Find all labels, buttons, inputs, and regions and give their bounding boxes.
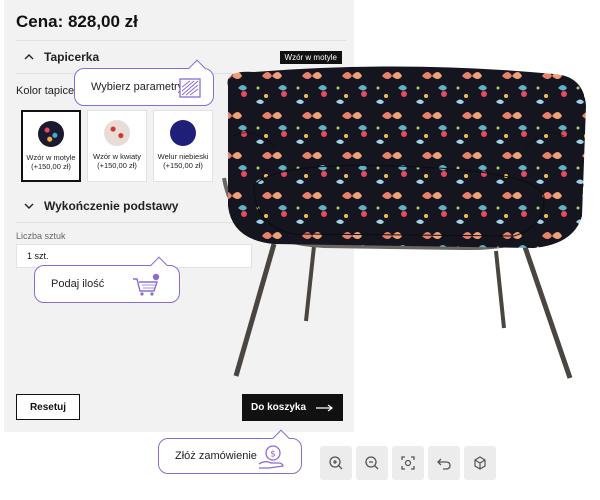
swatch-flowers-dot — [104, 120, 130, 146]
section-base-finish-title: Wykończenie podstawy — [44, 198, 179, 213]
undo-icon — [437, 458, 451, 470]
swatch-butterfly-dot — [38, 121, 64, 147]
money-hand-icon: $ — [258, 445, 284, 469]
fit-view-button[interactable] — [392, 446, 424, 480]
add-to-cart-label: Do koszyka — [250, 402, 307, 413]
section-upholstery-title: Tapicerka — [44, 50, 100, 64]
callout-choose-params: Wybierz parametry — [74, 59, 214, 106]
swatch-velvet-blue[interactable]: Welur niebieski (+150,00 zł) — [153, 110, 213, 182]
callout-place-order: Złóż zamówienie $ — [158, 429, 302, 474]
color-label: Kolor tapicer — [16, 85, 78, 97]
arrow-right-icon — [316, 404, 334, 411]
product-chair-image — [222, 66, 586, 379]
price-label: Cena: 828,00 zł — [16, 12, 138, 31]
swatch-flowers[interactable]: Wzór w kwiaty (+150,00 zł) — [87, 110, 147, 182]
callout-quantity: Podaj ilość — [34, 256, 180, 303]
swatch-name: Welur niebieski — [157, 152, 209, 161]
chevron-down-icon — [24, 203, 34, 209]
ar-cube-icon — [474, 456, 486, 470]
swatch-name: Wzór w motyle — [26, 153, 76, 162]
callout-quantity-text: Podaj ilość — [51, 278, 105, 290]
selected-variant-badge: Wzór w motyle — [279, 51, 342, 64]
swatch-extra: (+150,00 zł) — [97, 161, 137, 170]
fit-view-icon — [401, 456, 415, 470]
chevron-up-icon — [24, 54, 34, 60]
quantity-label: Liczba sztuk — [16, 231, 66, 241]
swatch-extra: (+150,00 zł) — [163, 161, 203, 170]
swatch-name: Wzór w kwiaty — [93, 152, 141, 161]
swatch-butterfly[interactable]: Wzór w motyle (+150,00 zł) — [21, 110, 81, 182]
pattern-swatch-icon — [179, 78, 201, 98]
callout-place-order-text: Złóż zamówienie — [175, 450, 257, 462]
shopping-cart-icon — [133, 273, 160, 296]
svg-text:$: $ — [270, 450, 276, 460]
zoom-in-icon — [329, 456, 343, 470]
callout-choose-params-text: Wybierz parametry — [91, 81, 184, 93]
swatch-extra: (+150,00 zł) — [31, 162, 71, 171]
undo-button[interactable] — [428, 446, 460, 480]
add-to-cart-button[interactable]: Do koszyka — [242, 394, 343, 421]
swatch-velvet-dot — [170, 120, 196, 146]
zoom-in-button[interactable] — [320, 446, 352, 480]
viewer-toolbar — [320, 446, 496, 484]
zoom-out-button[interactable] — [356, 446, 388, 480]
reset-button[interactable]: Resetuj — [16, 394, 80, 420]
zoom-out-icon — [365, 456, 379, 470]
ar-view-button[interactable] — [464, 446, 496, 480]
